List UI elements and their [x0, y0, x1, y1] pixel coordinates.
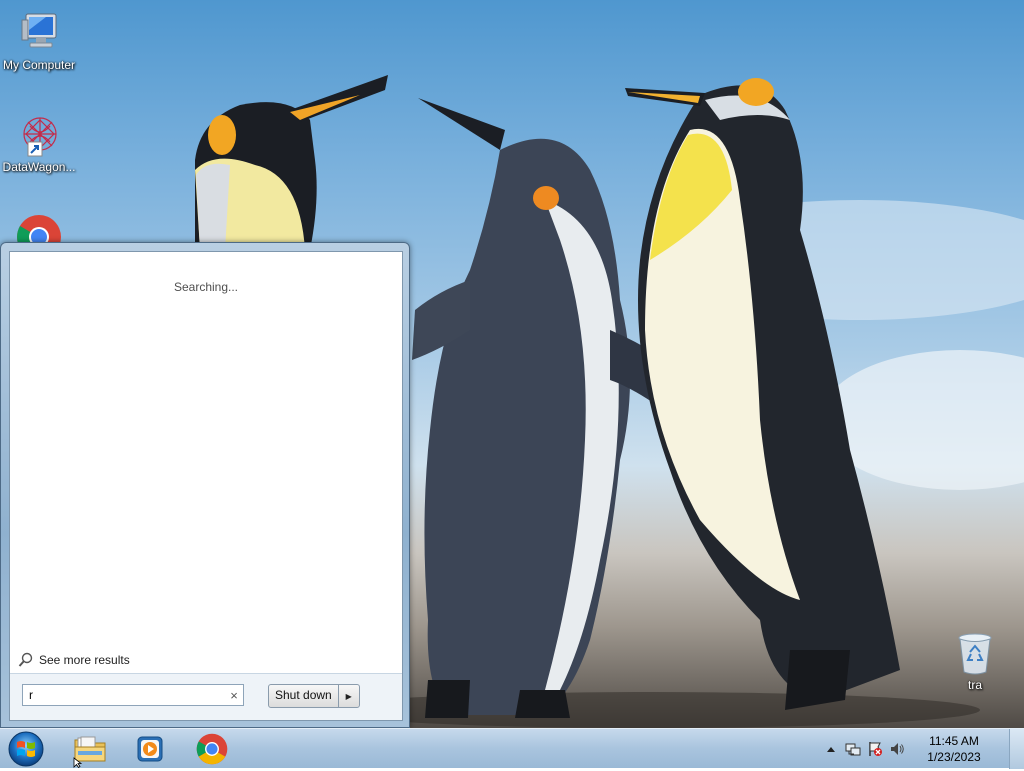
- recycle-bin-icon: [952, 630, 998, 676]
- search-results-pane: Searching... See more results × Shut dow…: [9, 251, 403, 721]
- chrome-icon: [196, 733, 228, 765]
- network-icon[interactable]: [842, 738, 864, 760]
- see-more-results-label: See more results: [39, 653, 130, 667]
- shutdown-options-arrow-icon[interactable]: ▶: [337, 685, 359, 707]
- start-search-input[interactable]: [23, 686, 225, 704]
- media-player-icon: [137, 736, 163, 762]
- taskbar-media-player-button[interactable]: [122, 732, 178, 766]
- start-menu: Searching... See more results × Shut dow…: [0, 242, 410, 728]
- desktop-icon-label: My Computer: [2, 58, 76, 72]
- taskbar-file-explorer-button[interactable]: [62, 732, 118, 766]
- search-icon: [18, 652, 34, 668]
- searching-status: Searching...: [173, 280, 239, 294]
- start-search-box[interactable]: ×: [22, 684, 244, 706]
- shutdown-button-group: Shut down ▶: [268, 684, 360, 708]
- show-hidden-icons-chevron-icon[interactable]: [820, 738, 842, 760]
- desktop-icon-datawagon[interactable]: DataWagon...: [0, 112, 78, 174]
- computer-icon: [16, 10, 62, 56]
- shutdown-button[interactable]: Shut down: [269, 685, 338, 707]
- mouse-cursor-icon: [73, 757, 83, 771]
- taskbar-clock[interactable]: 11:45 AM 1/23/2023: [914, 733, 994, 765]
- desktop-icon-recycle-bin[interactable]: tra: [936, 630, 1014, 692]
- clock-date: 1/23/2023: [927, 750, 981, 764]
- clear-search-icon[interactable]: ×: [225, 688, 243, 703]
- see-more-results-link[interactable]: See more results: [18, 650, 130, 670]
- start-menu-bottom-strip: × Shut down ▶: [10, 673, 402, 720]
- taskbar-chrome-button[interactable]: [184, 732, 240, 766]
- action-center-flag-icon[interactable]: [864, 738, 886, 760]
- start-button[interactable]: [6, 730, 46, 768]
- system-tray: 11:45 AM 1/23/2023: [820, 729, 994, 769]
- volume-icon[interactable]: [886, 738, 908, 760]
- desktop-icon-label: DataWagon...: [2, 160, 76, 174]
- desktop-icon-my-computer[interactable]: My Computer: [0, 10, 78, 72]
- taskbar: 11:45 AM 1/23/2023: [0, 728, 1024, 769]
- clock-time: 11:45 AM: [929, 734, 979, 748]
- windows-logo-icon: [8, 731, 44, 767]
- show-desktop-button[interactable]: [1009, 729, 1024, 769]
- desktop-icon-label: tra: [967, 678, 982, 692]
- datawagon-icon: [16, 112, 62, 158]
